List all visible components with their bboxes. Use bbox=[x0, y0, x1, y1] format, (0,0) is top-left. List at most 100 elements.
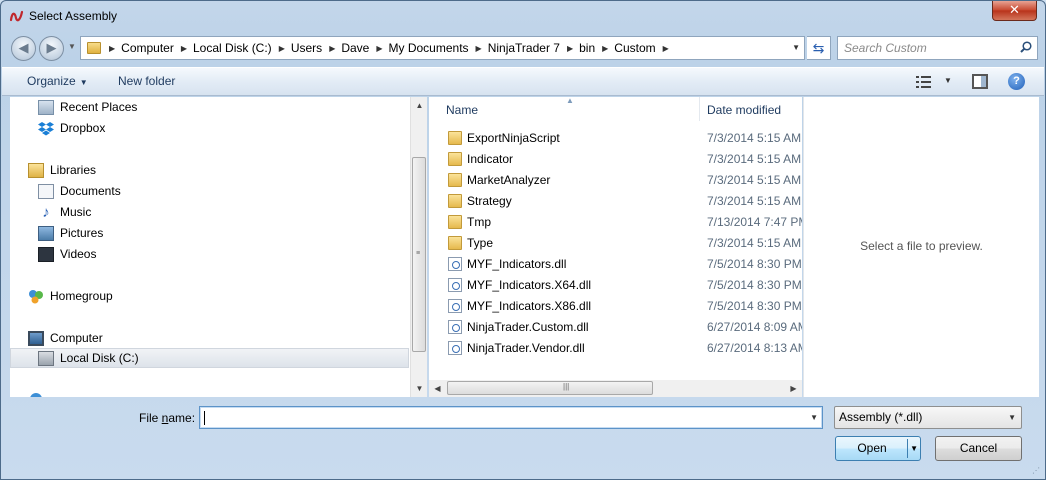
file-date: 6/27/2014 8:13 AM bbox=[707, 341, 802, 355]
libraries-icon bbox=[28, 162, 44, 178]
address-bar[interactable]: ▶ Computer ▶ Local Disk (C:) ▶ Users ▶ D… bbox=[80, 36, 805, 60]
file-name: MYF_Indicators.dll bbox=[467, 257, 567, 271]
search-icon[interactable] bbox=[1020, 41, 1032, 53]
breadcrumb-dave[interactable]: Dave bbox=[341, 41, 369, 55]
folder-icon bbox=[448, 131, 462, 145]
nav-item-label: Libraries bbox=[50, 163, 97, 177]
breadcrumb-bin[interactable]: bin bbox=[579, 41, 595, 55]
preview-pane-toggle-icon[interactable] bbox=[972, 74, 988, 89]
navigation-vertical-scrollbar[interactable]: ▲ ≡ ▼ bbox=[410, 97, 427, 397]
chevron-down-icon: ▼ bbox=[944, 76, 952, 85]
scrollbar-thumb[interactable]: ||| bbox=[447, 381, 653, 395]
documents-icon bbox=[38, 183, 54, 199]
column-divider[interactable] bbox=[699, 97, 700, 121]
nav-item-libraries[interactable]: Libraries bbox=[28, 160, 96, 180]
file-row-strategy[interactable]: Strategy 7/3/2014 5:15 AM bbox=[429, 191, 802, 212]
select-assembly-dialog: Select Assembly ✕ ◀ ▶ ▼ ▶ Computer ▶ Loc… bbox=[0, 0, 1046, 480]
scroll-down-icon[interactable]: ▼ bbox=[411, 380, 428, 397]
breadcrumb-ninjatrader[interactable]: NinjaTrader 7 bbox=[488, 41, 560, 55]
refresh-button[interactable]: ⇆ bbox=[807, 36, 831, 60]
breadcrumb-my-documents[interactable]: My Documents bbox=[389, 41, 469, 55]
new-folder-button[interactable]: New folder bbox=[118, 74, 175, 88]
file-row-ninjatrader-custom-dll[interactable]: NinjaTrader.Custom.dll 6/27/2014 8:09 AM bbox=[429, 317, 802, 338]
chevron-down-icon[interactable]: ▼ bbox=[910, 437, 918, 460]
folder-icon bbox=[448, 215, 462, 229]
folder-icon bbox=[87, 42, 101, 54]
chevron-right-icon[interactable]: ▶ bbox=[567, 44, 573, 53]
help-icon[interactable]: ? bbox=[1008, 73, 1025, 90]
address-history-dropdown-icon[interactable]: ▼ bbox=[792, 43, 800, 52]
open-button[interactable]: Open ▼ bbox=[835, 436, 921, 461]
file-date: 7/3/2014 5:15 AM bbox=[707, 194, 802, 208]
nav-item-label: Homegroup bbox=[50, 289, 113, 303]
breadcrumb-computer[interactable]: Computer bbox=[121, 41, 174, 55]
scroll-left-icon[interactable]: ◀ bbox=[429, 380, 446, 397]
nav-item-homegroup[interactable]: Homegroup bbox=[28, 286, 113, 306]
file-row-exportninjascript[interactable]: ExportNinjaScript 7/3/2014 5:15 AM bbox=[429, 128, 802, 149]
file-row-type[interactable]: Type 7/3/2014 5:15 AM bbox=[429, 233, 802, 254]
file-name: Type bbox=[467, 236, 494, 250]
cancel-button[interactable]: Cancel bbox=[935, 436, 1022, 461]
chevron-right-icon[interactable]: ▶ bbox=[476, 44, 482, 53]
file-row-tmp[interactable]: Tmp 7/13/2014 7:47 PM bbox=[429, 212, 802, 233]
file-name: MYF_Indicators.X86.dll bbox=[467, 299, 592, 313]
search-input[interactable]: Search Custom bbox=[837, 36, 1038, 60]
chevron-right-icon[interactable]: ▶ bbox=[279, 44, 285, 53]
file-row-marketanalyzer[interactable]: MarketAnalyzer 7/3/2014 5:15 AM bbox=[429, 170, 802, 191]
file-name-input[interactable]: ▼ bbox=[199, 406, 823, 429]
file-list[interactable]: ▲ Name Date modified ExportNinjaScript 7… bbox=[429, 96, 802, 397]
breadcrumb-custom[interactable]: Custom bbox=[614, 41, 655, 55]
chevron-down-icon[interactable]: ▼ bbox=[810, 413, 818, 422]
dropbox-icon bbox=[38, 121, 54, 135]
dll-file-icon bbox=[448, 341, 462, 355]
nav-item-music[interactable]: ♪ Music bbox=[38, 202, 91, 222]
column-header-date-modified[interactable]: Date modified bbox=[707, 103, 781, 117]
close-icon: ✕ bbox=[1009, 2, 1020, 17]
column-header-name[interactable]: Name bbox=[446, 103, 478, 117]
resize-grip-icon[interactable]: ⋰ bbox=[1032, 466, 1042, 476]
nav-item-computer[interactable]: Computer bbox=[28, 328, 103, 348]
organize-menu-button[interactable]: Organize ▼ bbox=[27, 74, 88, 88]
chevron-right-icon[interactable]: ▶ bbox=[181, 44, 187, 53]
dll-file-icon bbox=[448, 299, 462, 313]
chevron-right-icon[interactable]: ▶ bbox=[376, 44, 382, 53]
chevron-right-icon[interactable]: ▶ bbox=[109, 44, 115, 53]
window-title: Select Assembly bbox=[29, 9, 118, 23]
file-row-indicator[interactable]: Indicator 7/3/2014 5:15 AM bbox=[429, 149, 802, 170]
change-view-button[interactable]: ▼ bbox=[916, 74, 956, 92]
file-list-horizontal-scrollbar[interactable]: ◀ ||| ▶ bbox=[429, 380, 802, 397]
file-name: MarketAnalyzer bbox=[467, 173, 551, 187]
scrollbar-thumb[interactable]: ≡ bbox=[412, 157, 426, 352]
chevron-right-icon[interactable]: ▶ bbox=[663, 44, 669, 53]
preview-pane: Select a file to preview. bbox=[803, 97, 1039, 397]
scroll-right-icon[interactable]: ▶ bbox=[785, 380, 802, 397]
forward-button[interactable]: ▶ bbox=[39, 36, 64, 61]
file-row-myf-indicators-x86-dll[interactable]: MYF_Indicators.X86.dll 7/5/2014 8:30 PM bbox=[429, 296, 802, 317]
title-bar[interactable]: Select Assembly ✕ bbox=[1, 1, 1045, 31]
breadcrumb-users[interactable]: Users bbox=[291, 41, 322, 55]
recent-pages-dropdown-icon[interactable]: ▼ bbox=[68, 42, 76, 51]
nav-item-dropbox[interactable]: Dropbox bbox=[38, 118, 105, 138]
scroll-up-icon[interactable]: ▲ bbox=[411, 97, 428, 114]
nav-item-videos[interactable]: Videos bbox=[38, 244, 96, 264]
nav-item-documents[interactable]: Documents bbox=[38, 181, 121, 201]
file-row-myf-indicators-x64-dll[interactable]: MYF_Indicators.X64.dll 7/5/2014 8:30 PM bbox=[429, 275, 802, 296]
file-row-ninjatrader-vendor-dll[interactable]: NinjaTrader.Vendor.dll 6/27/2014 8:13 AM bbox=[429, 338, 802, 359]
nav-item-pictures[interactable]: Pictures bbox=[38, 223, 103, 243]
preview-message: Select a file to preview. bbox=[860, 239, 983, 253]
nav-item-recent-places[interactable]: Recent Places bbox=[38, 97, 137, 117]
navigation-pane[interactable]: Recent Places Dropbox Libraries Document… bbox=[10, 97, 410, 397]
videos-icon bbox=[38, 246, 54, 262]
chevron-right-icon[interactable]: ▶ bbox=[602, 44, 608, 53]
nav-item-local-disk[interactable]: Local Disk (C:) bbox=[10, 348, 409, 368]
file-date: 7/3/2014 5:15 AM bbox=[707, 131, 802, 145]
file-date: 7/3/2014 5:15 AM bbox=[707, 173, 802, 187]
breadcrumb-local-disk[interactable]: Local Disk (C:) bbox=[193, 41, 272, 55]
file-type-filter-select[interactable]: Assembly (*.dll) ▼ bbox=[834, 406, 1022, 429]
back-button[interactable]: ◀ bbox=[11, 36, 36, 61]
chevron-right-icon[interactable]: ▶ bbox=[329, 44, 335, 53]
nav-item-label: Dropbox bbox=[60, 121, 106, 135]
file-row-myf-indicators-dll[interactable]: MYF_Indicators.dll 7/5/2014 8:30 PM bbox=[429, 254, 802, 275]
close-button[interactable]: ✕ bbox=[992, 1, 1037, 21]
grip-icon: ||| bbox=[563, 382, 570, 391]
